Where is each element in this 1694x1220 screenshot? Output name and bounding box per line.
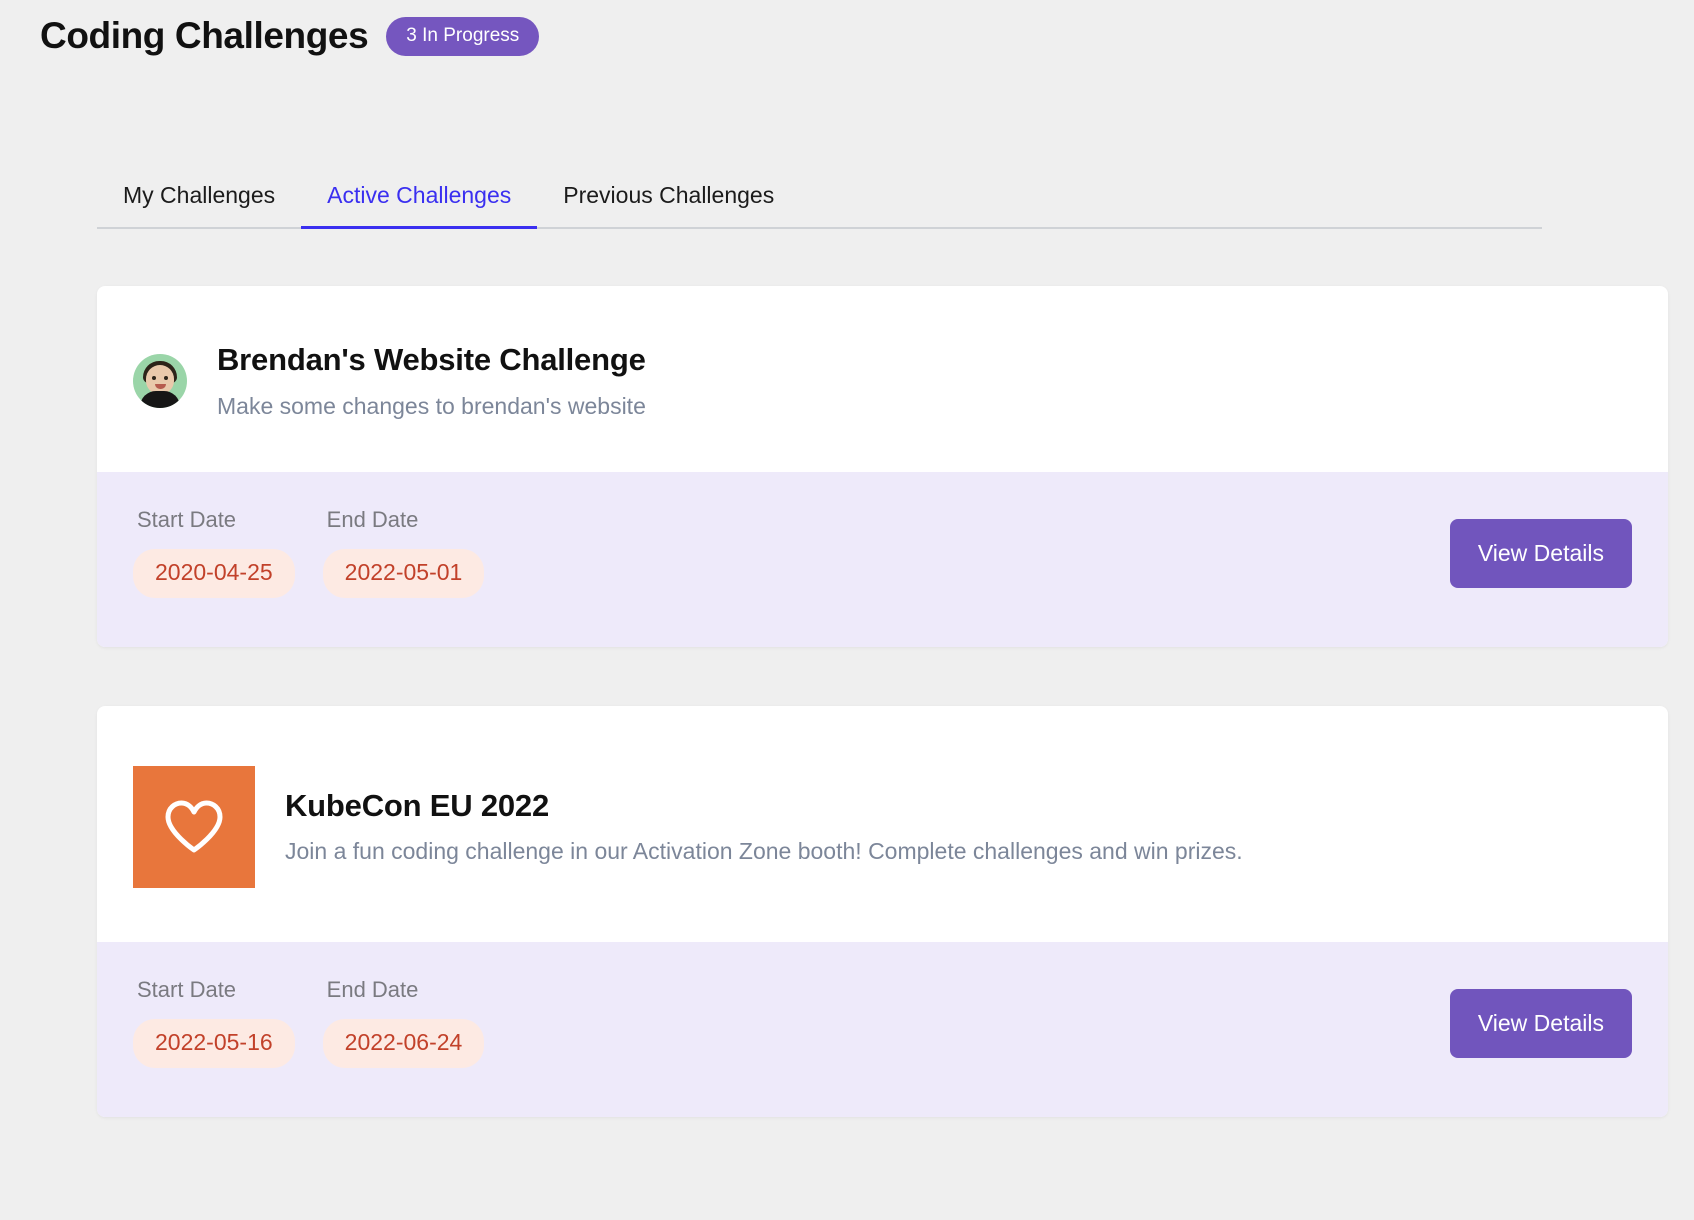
page-title: Coding Challenges <box>40 15 369 56</box>
challenges-page: Coding Challenges 3 In Progress My Chall… <box>0 0 1694 1220</box>
challenge-card[interactable]: KubeCon EU 2022 Join a fun coding challe… <box>97 706 1668 1117</box>
view-details-button[interactable]: View Details <box>1449 519 1632 589</box>
challenge-card[interactable]: Brendan's Website Challenge Make some ch… <box>97 286 1668 648</box>
page-header: Coding Challenges 3 In Progress <box>40 15 540 57</box>
start-date-value: 2022-05-16 <box>133 1019 295 1068</box>
tab-bar: My Challenges Active Challenges Previous… <box>97 178 1542 229</box>
end-date-group: End Date 2022-06-24 <box>322 977 485 1068</box>
challenge-description: Join a fun coding challenge in our Activ… <box>285 838 1243 865</box>
tab-active-challenges[interactable]: Active Challenges <box>301 178 538 229</box>
challenge-card-footer: Start Date 2022-05-16 End Date 2022-06-2… <box>97 942 1668 1117</box>
start-date-label: Start Date <box>137 977 237 1002</box>
end-date-label: End Date <box>326 507 419 533</box>
challenge-description: Make some changes to brendan's website <box>217 392 646 419</box>
view-details-button[interactable]: View Details <box>1449 989 1632 1058</box>
challenge-text-block: KubeCon EU 2022 Join a fun coding challe… <box>285 788 1243 866</box>
end-date-value: 2022-06-24 <box>322 1019 485 1068</box>
end-date-label: End Date <box>326 977 419 1002</box>
end-date-group: End Date 2022-05-01 <box>322 507 485 599</box>
avatar <box>133 354 187 409</box>
end-date-value: 2022-05-01 <box>322 549 485 599</box>
start-date-value: 2020-04-25 <box>133 549 295 599</box>
challenge-card-footer: Start Date 2020-04-25 End Date 2022-05-0… <box>97 472 1668 648</box>
tab-my-challenges[interactable]: My Challenges <box>97 178 301 229</box>
avatar-body <box>140 391 180 409</box>
heart-icon <box>133 766 255 888</box>
start-date-label: Start Date <box>137 507 237 533</box>
tab-previous-challenges[interactable]: Previous Challenges <box>537 178 800 229</box>
status-badge: 3 In Progress <box>386 16 540 56</box>
start-date-group: Start Date 2022-05-16 <box>133 979 295 1068</box>
challenge-title: KubeCon EU 2022 <box>285 787 550 823</box>
challenge-title: Brendan's Website Challenge <box>217 342 646 377</box>
challenge-text-block: Brendan's Website Challenge Make some ch… <box>217 342 646 420</box>
challenge-dates: Start Date 2022-05-16 End Date 2022-06-2… <box>133 977 485 1068</box>
challenge-dates: Start Date 2020-04-25 End Date 2022-05-0… <box>133 507 485 599</box>
challenge-card-body: Brendan's Website Challenge Make some ch… <box>97 286 1668 472</box>
challenge-card-body: KubeCon EU 2022 Join a fun coding challe… <box>97 706 1668 942</box>
start-date-group: Start Date 2020-04-25 <box>133 507 295 599</box>
avatar-face <box>146 365 174 395</box>
